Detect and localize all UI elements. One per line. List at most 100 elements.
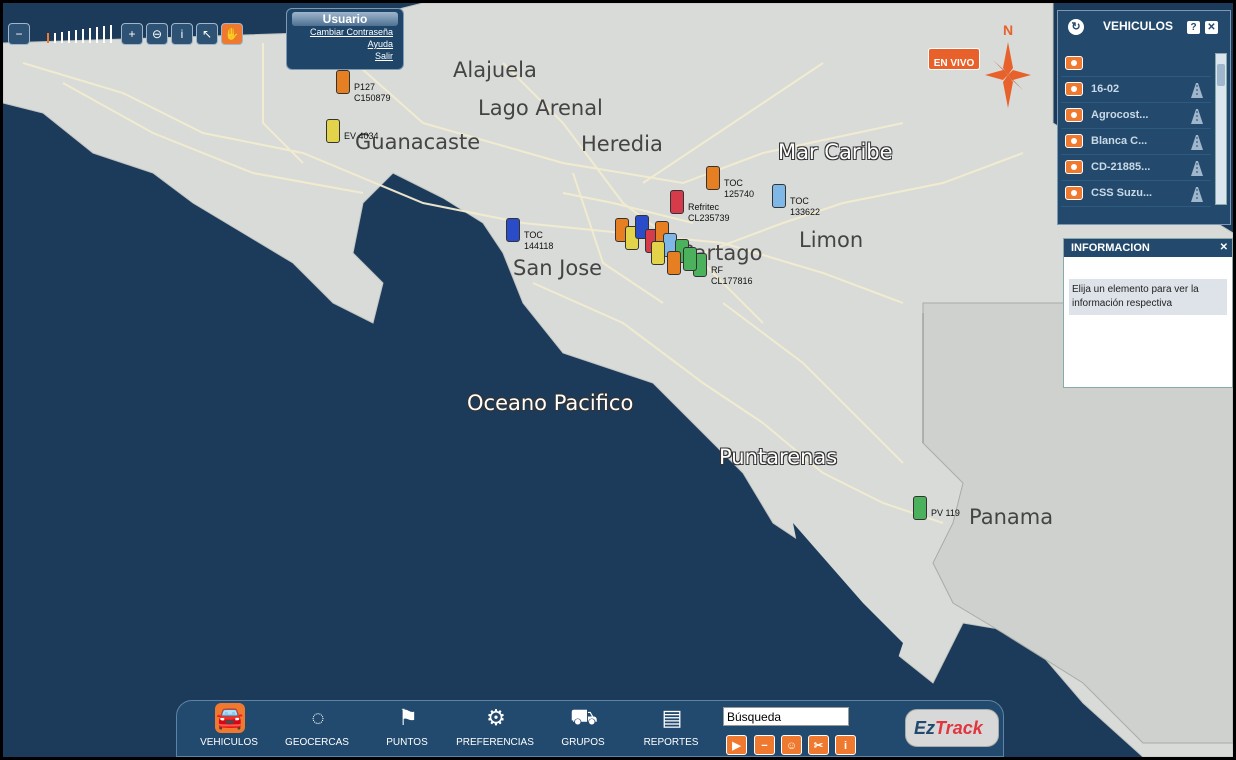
eye-icon[interactable]	[1065, 82, 1083, 96]
map-canvas[interactable]: Alajuela Lago Arenal Heredia Guanacaste Mar …	[3, 3, 1233, 757]
toolbar-item-reportes[interactable]: ▤ REPORTES	[631, 701, 711, 757]
vehicle-marker[interactable]	[326, 119, 340, 143]
eye-icon[interactable]	[1065, 186, 1083, 200]
toolbar-item-label: VEHICULOS	[200, 737, 258, 748]
vehicle-marker[interactable]	[706, 166, 720, 190]
eye-icon[interactable]	[1065, 56, 1083, 70]
tools-icon[interactable]: ✂	[808, 735, 829, 755]
geofence-icon: ◌	[311, 705, 325, 730]
flag-icon: ⚑	[398, 705, 418, 730]
zoom-toolbar: − + ⊖ i ↖ ✋	[8, 22, 243, 46]
zoom-level-slider[interactable]	[47, 25, 112, 43]
place-label-heredia: Heredia	[581, 132, 663, 156]
zoom-reset-icon[interactable]: ⊖	[146, 23, 168, 45]
vehicles-panel: ↻ VEHICULOS ? ✕ 16-02 Agrocost... Blanca C…	[1057, 10, 1231, 225]
toolbar-item-vehiculos[interactable]: 🚘 VEHICULOS	[189, 701, 269, 757]
vehicle-marker-label: TOC 144118	[524, 230, 554, 251]
vehicle-cluster-marker[interactable]	[651, 241, 665, 265]
toolbar-item-label: PUNTOS	[386, 737, 428, 748]
logo-text: EzTrack	[914, 718, 983, 738]
vehicle-list-item[interactable]: CSS Suzu...	[1061, 181, 1211, 207]
route-icon[interactable]	[1187, 81, 1207, 99]
vehicle-marker[interactable]	[913, 496, 927, 520]
eztrack-logo: EzTrack	[905, 709, 999, 747]
vehicle-cluster-marker[interactable]	[667, 251, 681, 275]
vehicle-marker[interactable]	[336, 70, 350, 94]
user-panel: Usuario Cambiar Contraseña Ayuda Salir	[286, 8, 404, 70]
minus-icon[interactable]: −	[754, 735, 775, 755]
vehicle-marker-label: P127 C150879	[354, 82, 391, 103]
refresh-icon[interactable]: ↻	[1068, 19, 1084, 35]
map-geography	[3, 3, 1233, 757]
close-icon[interactable]: ✕	[1220, 239, 1228, 257]
route-icon[interactable]	[1187, 107, 1207, 125]
group-icon: ⛟	[570, 703, 598, 729]
place-label-puntarenas: Puntarenas	[719, 445, 838, 469]
help-icon[interactable]: ?	[1187, 21, 1200, 34]
vehicle-list-item[interactable]: 16-02	[1061, 77, 1211, 103]
vehicle-list-item[interactable]: Agrocost...	[1061, 103, 1211, 129]
vehicle-icon: 🚘	[215, 703, 245, 733]
toolbar-item-geocercas[interactable]: ◌ GEOCERCAS	[277, 701, 357, 757]
vehicle-marker[interactable]	[772, 184, 786, 208]
search-input[interactable]	[723, 707, 849, 726]
vehicle-name: 16-02	[1091, 83, 1120, 95]
place-label-mar-caribe: Mar Caribe	[778, 140, 893, 164]
user-icon[interactable]: ☺	[781, 735, 802, 755]
eye-icon[interactable]	[1065, 134, 1083, 148]
user-panel-title: Usuario	[292, 12, 398, 26]
gear-icon: ⚙	[486, 705, 506, 730]
toolbar-item-grupos[interactable]: ⛟ GRUPOS	[543, 701, 623, 757]
vehicles-panel-title: VEHICULOS	[1103, 19, 1174, 33]
toolbar-item-label: PREFERENCIAS	[456, 737, 534, 748]
help-link[interactable]: Ayuda	[287, 38, 403, 50]
place-label-panama: Panama	[969, 505, 1054, 529]
vehicle-marker[interactable]	[670, 190, 684, 214]
route-icon[interactable]	[1187, 159, 1207, 177]
compass-north-label: N	[1003, 22, 1014, 38]
vehicle-marker[interactable]	[506, 218, 520, 242]
place-label-oceano-pacifico: Oceano Pacifico	[467, 391, 634, 415]
info-icon[interactable]: i	[835, 735, 856, 755]
vehicle-list-item[interactable]: Blanca C...	[1061, 129, 1211, 155]
zoom-in-icon[interactable]: +	[121, 23, 143, 45]
vehicle-list-scrollbar[interactable]	[1215, 53, 1227, 205]
vehicle-list-item[interactable]	[1061, 51, 1211, 77]
info-panel-title: INFORMACION	[1071, 242, 1150, 254]
info-message: Elija un elemento para ver la informació…	[1069, 279, 1227, 315]
scroll-thumb[interactable]	[1217, 64, 1225, 86]
change-password-link[interactable]: Cambiar Contraseña	[287, 26, 403, 38]
close-icon[interactable]: ✕	[1205, 21, 1218, 34]
vehicle-list-item[interactable]: CD-21885...	[1061, 155, 1211, 181]
report-icon: ▤	[661, 705, 683, 730]
logout-link[interactable]: Salir	[287, 50, 403, 62]
route-icon[interactable]	[1187, 133, 1207, 151]
live-label: EN VIVO	[933, 58, 975, 69]
vehicle-name: Agrocost...	[1091, 109, 1149, 121]
zoom-out-icon[interactable]: −	[8, 23, 30, 45]
live-button[interactable]: EN VIVO	[928, 48, 980, 70]
vehicle-name: CD-21885...	[1091, 161, 1151, 173]
vehicle-name: CSS Suzu...	[1091, 187, 1153, 199]
info-panel-header: INFORMACION ✕	[1064, 239, 1232, 257]
vehicle-cluster-marker[interactable]	[683, 247, 697, 271]
eye-icon[interactable]	[1065, 160, 1083, 174]
toolbar-item-puntos[interactable]: ⚑ PUNTOS	[367, 701, 447, 757]
info-panel: INFORMACION ✕ Elija un elemento para ver…	[1063, 238, 1233, 388]
vehicle-marker-label: TOC 125740	[724, 178, 755, 199]
vehicle-marker-label: PV 119	[931, 508, 960, 518]
route-icon[interactable]	[1187, 185, 1207, 203]
select-arrow-icon[interactable]: ↖	[196, 23, 218, 45]
vehicle-marker-label: TOC 133622	[790, 196, 821, 217]
vehicle-marker-label: Refritec CL235739	[688, 202, 730, 223]
toolbar-item-label: REPORTES	[643, 737, 699, 748]
vehicle-marker-label: RF CL177816	[711, 265, 753, 286]
place-label-alajuela: Alajuela	[453, 58, 537, 82]
toolbar-item-preferencias[interactable]: ⚙ PREFERENCIAS	[455, 701, 535, 757]
place-label-lago-arenal: Lago Arenal	[478, 96, 603, 120]
pan-hand-icon[interactable]: ✋	[221, 23, 243, 45]
eye-icon[interactable]	[1065, 108, 1083, 122]
play-icon[interactable]: ▶	[726, 735, 747, 755]
info-icon[interactable]: i	[171, 23, 193, 45]
bottom-toolbar: 🚘 VEHICULOS ◌ GEOCERCAS ⚑ PUNTOS ⚙ PREFERENCIAS…	[176, 700, 1004, 757]
